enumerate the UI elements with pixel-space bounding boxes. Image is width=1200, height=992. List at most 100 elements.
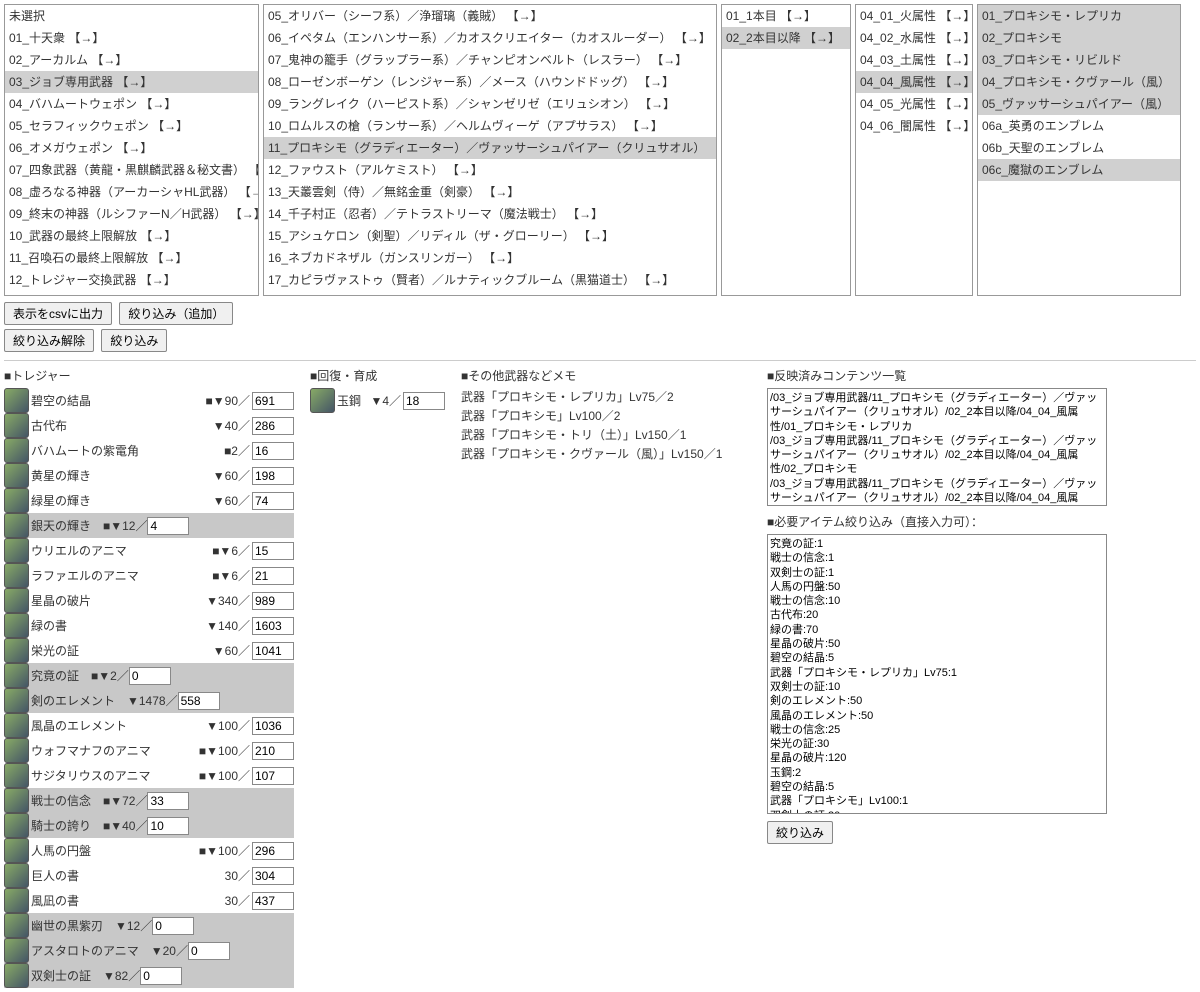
item-input[interactable] <box>252 467 294 485</box>
item-icon <box>4 388 29 413</box>
item-count: ▼140／ <box>206 617 250 634</box>
list-item[interactable]: 04_06_闇属性 【→】 <box>856 115 972 137</box>
item-input[interactable] <box>252 617 294 635</box>
list-item[interactable]: 03_ジョブ専用武器 【→】 <box>5 71 258 93</box>
list-item[interactable]: 13_天叢雲剣（侍）／無銘金重（剣豪） 【→】 <box>264 181 716 203</box>
item-icon <box>4 713 29 738</box>
listbox-copy[interactable]: 01_1本目 【→】02_2本目以降 【→】 <box>721 4 851 296</box>
item-input[interactable] <box>252 392 294 410</box>
list-item[interactable]: 10_ロムルスの槍（ランサー系）／ヘルムヴィーゲ（アプサラス） 【→】 <box>264 115 716 137</box>
memo-line: 武器「プロキシモ・クヴァール（風）」Lv150／1 <box>461 445 751 462</box>
listbox-element[interactable]: 04_01_火属性 【→】04_02_水属性 【→】04_03_土属性 【→】0… <box>855 4 973 296</box>
list-item[interactable]: 04_バハムートウェポン 【→】 <box>5 93 258 115</box>
list-item[interactable]: 06c_魔獄のエンブレム <box>978 159 1180 181</box>
list-item[interactable]: 13_覇極への道（十天極みスキン） 【→】 <box>5 291 258 296</box>
list-item[interactable]: 06a_英勇のエンブレム <box>978 115 1180 137</box>
item-input[interactable] <box>178 692 220 710</box>
list-item[interactable]: 03_プロキシモ・リビルド <box>978 49 1180 71</box>
item-input[interactable] <box>252 492 294 510</box>
treasure-row: 人馬の円盤■▼100／ <box>4 838 294 863</box>
item-count: 30／ <box>225 867 250 884</box>
list-item[interactable]: 06b_天聖のエンブレム <box>978 137 1180 159</box>
item-input[interactable] <box>188 942 230 960</box>
needed-textarea[interactable] <box>767 534 1107 814</box>
list-item[interactable]: 04_04_風属性 【→】 <box>856 71 972 93</box>
item-input[interactable] <box>252 767 294 785</box>
list-item[interactable]: 02_プロキシモ <box>978 27 1180 49</box>
item-input[interactable] <box>252 717 294 735</box>
item-input[interactable] <box>147 517 189 535</box>
list-item[interactable]: 未選択 <box>5 5 258 27</box>
list-item[interactable]: 05_ヴァッサーシュパイアー（風） <box>978 93 1180 115</box>
list-item[interactable]: 15_アシュケロン（剣聖）／リディル（ザ・グローリー） 【→】 <box>264 225 716 247</box>
list-item[interactable]: 02_アーカルム 【→】 <box>5 49 258 71</box>
listbox-category[interactable]: 未選択01_十天衆 【→】02_アーカルム 【→】03_ジョブ専用武器 【→】0… <box>4 4 259 296</box>
list-item[interactable]: 16_ネブカドネザル（ガンスリンガー） 【→】 <box>264 247 716 269</box>
item-input[interactable] <box>252 417 294 435</box>
list-item[interactable]: 12_ファウスト（アルケミスト） 【→】 <box>264 159 716 181</box>
item-icon <box>4 638 29 663</box>
list-item[interactable]: 04_03_土属性 【→】 <box>856 49 972 71</box>
list-item[interactable]: 17_カピラヴァストゥ（賢者）／ルナティックブルーム（黒猫道士） 【→】 <box>264 269 716 291</box>
item-input[interactable] <box>252 742 294 760</box>
needed-filter-button[interactable]: 絞り込み <box>767 821 833 844</box>
treasure-row: 栄光の証▼60／ <box>4 638 294 663</box>
item-icon <box>4 488 29 513</box>
item-input[interactable] <box>403 392 445 410</box>
list-item[interactable]: 06_オメガウェポン 【→】 <box>5 137 258 159</box>
item-input[interactable] <box>252 442 294 460</box>
list-item[interactable]: 08_虚ろなる神器（アーカーシャHL武器） 【→】 <box>5 181 258 203</box>
item-name: サジタリウスのアニマ <box>31 767 151 784</box>
item-name: 双剣士の証 ▼82／ <box>31 967 140 984</box>
list-item[interactable]: 18_ミセリコルデ（アサシン） 【→】 <box>264 291 716 296</box>
list-item[interactable]: 04_プロキシモ・クヴァール（風） <box>978 71 1180 93</box>
applied-textarea[interactable] <box>767 388 1107 506</box>
export-csv-button[interactable]: 表示をcsvに出力 <box>4 302 112 325</box>
list-item[interactable]: 09_ラングレイク（ハーピスト系）／シャンゼリゼ（エリュシオン） 【→】 <box>264 93 716 115</box>
item-input[interactable] <box>252 592 294 610</box>
list-item[interactable]: 10_武器の最終上限解放 【→】 <box>5 225 258 247</box>
item-input[interactable] <box>147 817 189 835</box>
list-item[interactable]: 01_プロキシモ・レプリカ <box>978 5 1180 27</box>
item-input[interactable] <box>252 642 294 660</box>
item-input[interactable] <box>252 842 294 860</box>
listbox-item[interactable]: 01_プロキシモ・レプリカ02_プロキシモ03_プロキシモ・リビルド04_プロキ… <box>977 4 1181 296</box>
treasure-row: 緑の書▼140／ <box>4 613 294 638</box>
treasure-row: バハムートの紫電角■2／ <box>4 438 294 463</box>
listbox-subcategory[interactable]: 05_オリバー（シーフ系）／浄瑠璃（義賊） 【→】06_イペタム（エンハンサー系… <box>263 4 717 296</box>
list-item[interactable]: 09_終末の神器（ルシファーN／H武器） 【→】 <box>5 203 258 225</box>
treasure-row: 風凪の書30／ <box>4 888 294 913</box>
item-input[interactable] <box>152 917 194 935</box>
item-input[interactable] <box>252 867 294 885</box>
item-input[interactable] <box>252 542 294 560</box>
list-item[interactable]: 04_01_火属性 【→】 <box>856 5 972 27</box>
filter-button[interactable]: 絞り込み <box>101 329 167 352</box>
list-item[interactable]: 02_2本目以降 【→】 <box>722 27 850 49</box>
item-input[interactable] <box>140 967 182 985</box>
item-input[interactable] <box>252 892 294 910</box>
list-item[interactable]: 12_トレジャー交換武器 【→】 <box>5 269 258 291</box>
list-item[interactable]: 04_05_光属性 【→】 <box>856 93 972 115</box>
list-item[interactable]: 14_千子村正（忍者）／テトラストリーマ（魔法戦士） 【→】 <box>264 203 716 225</box>
list-item[interactable]: 08_ローゼンボーゲン（レンジャー系）／メース（ハウンドドッグ） 【→】 <box>264 71 716 93</box>
item-input[interactable] <box>147 792 189 810</box>
item-icon <box>4 813 29 838</box>
applied-title: ■反映済みコンテンツ一覧 <box>767 367 1107 384</box>
list-item[interactable]: 05_セラフィックウェポン 【→】 <box>5 115 258 137</box>
filter-clear-button[interactable]: 絞り込み解除 <box>4 329 94 352</box>
list-item[interactable]: 05_オリバー（シーフ系）／浄瑠璃（義賊） 【→】 <box>264 5 716 27</box>
filter-add-button[interactable]: 絞り込み（追加） <box>119 302 233 325</box>
list-item[interactable]: 04_02_水属性 【→】 <box>856 27 972 49</box>
list-item[interactable]: 01_1本目 【→】 <box>722 5 850 27</box>
list-item[interactable]: 11_プロキシモ（グラディエーター）／ヴァッサーシュパイアー（クリュサオル） 【… <box>264 137 716 159</box>
list-item[interactable]: 07_四象武器（黄龍・黒麒麟武器＆秘文書） 【→】 <box>5 159 258 181</box>
treasure-row: サジタリウスのアニマ■▼100／ <box>4 763 294 788</box>
list-item[interactable]: 06_イペタム（エンハンサー系）／カオスクリエイター（カオスルーダー） 【→】 <box>264 27 716 49</box>
item-icon <box>4 413 29 438</box>
list-item[interactable]: 11_召喚石の最終上限解放 【→】 <box>5 247 258 269</box>
item-input[interactable] <box>252 567 294 585</box>
list-item[interactable]: 01_十天衆 【→】 <box>5 27 258 49</box>
right-column: ■反映済みコンテンツ一覧 ■必要アイテム絞り込み（直接入力可）： 絞り込み <box>767 367 1107 844</box>
list-item[interactable]: 07_鬼神の籠手（グラップラー系）／チャンピオンベルト（レスラー） 【→】 <box>264 49 716 71</box>
item-input[interactable] <box>129 667 171 685</box>
